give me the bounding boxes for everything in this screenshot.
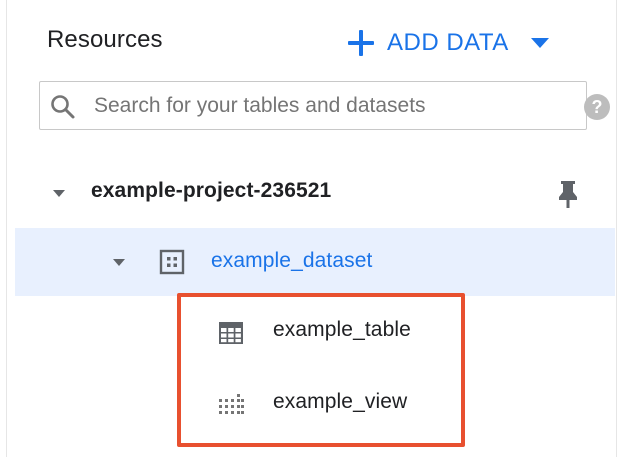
- view-name[interactable]: example_view: [273, 390, 407, 414]
- tree-row-project[interactable]: example-project-236521: [15, 159, 615, 227]
- search-box[interactable]: ?: [39, 81, 610, 130]
- resources-header: Resources ADD DATA: [0, 0, 625, 86]
- table-name[interactable]: example_table: [273, 318, 411, 342]
- dataset-icon: [159, 249, 185, 275]
- project-name[interactable]: example-project-236521: [91, 179, 331, 203]
- resources-panel: Resources ADD DATA ? example-project-236…: [0, 0, 625, 457]
- panel-title: Resources: [47, 26, 163, 53]
- view-icon: [219, 394, 244, 414]
- dropdown-arrow-icon[interactable]: [530, 38, 549, 48]
- help-icon[interactable]: ?: [584, 94, 610, 120]
- tree-row-dataset[interactable]: example_dataset: [15, 228, 615, 296]
- search-icon: [51, 95, 75, 119]
- table-icon: [219, 322, 243, 344]
- collapse-caret-icon[interactable]: [113, 259, 125, 266]
- collapse-caret-icon[interactable]: [53, 190, 65, 197]
- tree-item-view[interactable]: example_view: [181, 369, 461, 439]
- plus-icon: [347, 29, 375, 57]
- dataset-name[interactable]: example_dataset: [211, 249, 372, 273]
- pin-icon[interactable]: [556, 179, 580, 209]
- add-data-label: ADD DATA: [387, 29, 509, 56]
- tree-item-table[interactable]: example_table: [181, 297, 461, 367]
- add-data-button[interactable]: ADD DATA: [347, 26, 549, 60]
- search-input[interactable]: [94, 91, 524, 121]
